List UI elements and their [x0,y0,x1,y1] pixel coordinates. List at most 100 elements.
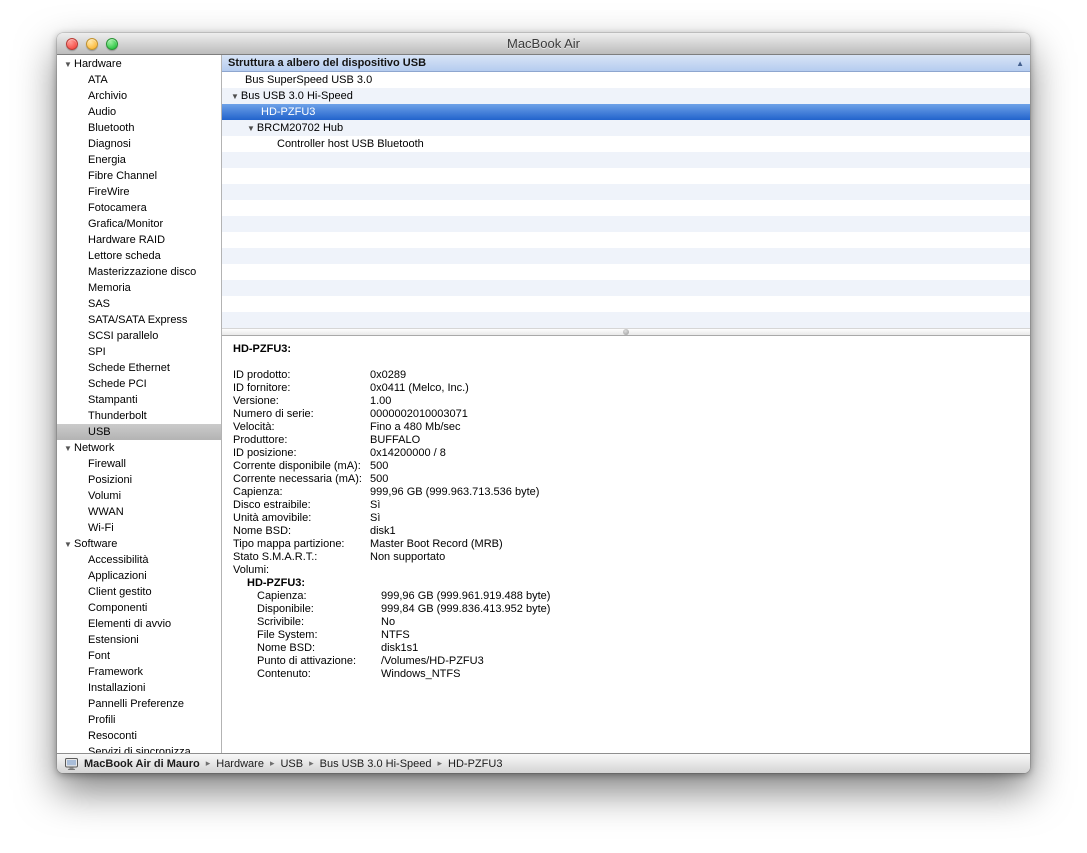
detail-field-value: 0x0289 [370,369,406,382]
detail-field-value: 500 [370,473,388,486]
breadcrumb-item-hardware[interactable]: Hardware [216,758,264,770]
sidebar-item-accessibilit[interactable]: Accessibilità [57,552,221,568]
detail-field: ID fornitore:0x0411 (Melco, Inc.) [233,382,1022,395]
sidebar-item-sas[interactable]: SAS [57,296,221,312]
detail-field-label: Corrente necessaria (mA): [233,473,370,486]
breadcrumb-separator-icon: ▸ [270,758,275,769]
sidebar-item-firewire[interactable]: FireWire [57,184,221,200]
detail-field-label: Corrente disponibile (mA): [233,460,370,473]
sidebar-item-archivio[interactable]: Archivio [57,88,221,104]
sidebar-item-scsi-parallelo[interactable]: SCSI parallelo [57,328,221,344]
sidebar-section-hardware[interactable]: ▼Hardware [57,56,221,72]
disclosure-triangle-icon: ▼ [64,60,74,69]
tree-row-empty [222,232,1030,248]
detail-field-label: Produttore: [233,434,370,447]
breadcrumb-status-bar: MacBook Air di Mauro▸Hardware▸USB▸Bus US… [57,753,1030,773]
volume-detail-field: File System:NTFS [257,629,1022,642]
sidebar-item-applicazioni[interactable]: Applicazioni [57,568,221,584]
sidebar-item-font[interactable]: Font [57,648,221,664]
detail-field-value: 999,96 GB (999.961.919.488 byte) [381,590,550,603]
detail-field-label: Capienza: [257,590,381,603]
sidebar-item-stampanti[interactable]: Stampanti [57,392,221,408]
sidebar-item-fotocamera[interactable]: Fotocamera [57,200,221,216]
detail-field: Corrente disponibile (mA):500 [233,460,1022,473]
sidebar-item-bluetooth[interactable]: Bluetooth [57,120,221,136]
sidebar-item-usb[interactable]: USB [57,424,221,440]
sidebar-item-hardware-raid[interactable]: Hardware RAID [57,232,221,248]
sidebar-item-posizioni[interactable]: Posizioni [57,472,221,488]
disclosure-triangle-icon[interactable]: ▼ [231,92,239,101]
breadcrumb-item-hd-pzfu3[interactable]: HD-PZFU3 [448,758,502,770]
sidebar-item-elementi-di-avvio[interactable]: Elementi di avvio [57,616,221,632]
splitter-handle-icon [623,329,629,335]
sidebar-section-software[interactable]: ▼Software [57,536,221,552]
breadcrumb-separator-icon: ▸ [438,758,443,769]
sidebar-item-pannelli-preferenze[interactable]: Pannelli Preferenze [57,696,221,712]
disclosure-triangle-icon[interactable]: ▼ [247,124,255,133]
tree-row-empty [222,200,1030,216]
detail-field-label: Nome BSD: [233,525,370,538]
tree-row-empty [222,184,1030,200]
volume-detail-field: Contenuto:Windows_NTFS [257,668,1022,681]
title-bar[interactable]: MacBook Air [57,33,1030,55]
sidebar-item-thunderbolt[interactable]: Thunderbolt [57,408,221,424]
sidebar-item-masterizzazione-disco[interactable]: Masterizzazione disco [57,264,221,280]
sidebar-item-firewall[interactable]: Firewall [57,456,221,472]
main-pane: Struttura a albero del dispositivo USB ▲… [222,55,1030,753]
detail-field: Versione: 1.00 [233,395,1022,408]
detail-field-value: 999,96 GB (999.963.713.536 byte) [370,486,539,499]
sidebar-item-memoria[interactable]: Memoria [57,280,221,296]
detail-field: Capienza:999,96 GB (999.963.713.536 byte… [233,486,1022,499]
close-button[interactable] [66,38,78,50]
sidebar-item-sata-sata-express[interactable]: SATA/SATA Express [57,312,221,328]
detail-field-label: Stato S.M.A.R.T.: [233,551,370,564]
tree-row-brcm20702-hub[interactable]: ▼BRCM20702 Hub [222,120,1030,136]
tree-row-label: Bus USB 3.0 Hi-Speed [241,90,353,102]
sidebar-item-estensioni[interactable]: Estensioni [57,632,221,648]
minimize-button[interactable] [86,38,98,50]
tree-row-controller-host-usb-bluetooth[interactable]: Controller host USB Bluetooth [222,136,1030,152]
tree-row-bus-usb-3-0-hi-speed[interactable]: ▼Bus USB 3.0 Hi-Speed [222,88,1030,104]
sidebar-item-framework[interactable]: Framework [57,664,221,680]
tree-row-empty [222,152,1030,168]
detail-field-label: Scrivibile: [257,616,381,629]
sidebar-item-profili[interactable]: Profili [57,712,221,728]
detail-field-value: 0000002010003071 [370,408,468,421]
detail-field-label: ID fornitore: [233,382,370,395]
sidebar-item-lettore-scheda[interactable]: Lettore scheda [57,248,221,264]
window-controls [66,38,118,50]
sidebar-item-wi-fi[interactable]: Wi-Fi [57,520,221,536]
sidebar-item-schede-ethernet[interactable]: Schede Ethernet [57,360,221,376]
sidebar-item-fibre-channel[interactable]: Fibre Channel [57,168,221,184]
sidebar-item-client-gestito[interactable]: Client gestito [57,584,221,600]
sidebar-item-servizi-di-sincronizza[interactable]: Servizi di sincronizza [57,744,221,753]
sidebar-item-diagnosi[interactable]: Diagnosi [57,136,221,152]
volume-detail-field: Capienza:999,96 GB (999.961.919.488 byte… [257,590,1022,603]
tree-row-empty [222,312,1030,328]
breadcrumb-computer[interactable]: MacBook Air di Mauro [84,758,200,770]
tree-row-hd-pzfu3[interactable]: HD-PZFU3 [222,104,1030,120]
detail-field: Stato S.M.A.R.T.:Non supportato [233,551,1022,564]
pane-splitter[interactable] [222,328,1030,336]
sidebar-item-resoconti[interactable]: Resoconti [57,728,221,744]
zoom-button[interactable] [106,38,118,50]
detail-field-value: BUFFALO [370,434,420,447]
device-details-pane[interactable]: HD-PZFU3:ID prodotto:0x0289ID fornitore:… [222,336,1030,753]
sidebar-item-energia[interactable]: Energia [57,152,221,168]
sidebar-item-spi[interactable]: SPI [57,344,221,360]
device-tree-column-header[interactable]: Struttura a albero del dispositivo USB ▲ [222,55,1030,72]
sidebar-item-grafica-monitor[interactable]: Grafica/Monitor [57,216,221,232]
sidebar-section-network[interactable]: ▼Network [57,440,221,456]
sidebar-item-ata[interactable]: ATA [57,72,221,88]
breadcrumb-item-usb[interactable]: USB [280,758,303,770]
breadcrumb-item-bus-usb-3-0-hi-speed[interactable]: Bus USB 3.0 Hi-Speed [320,758,432,770]
sidebar-item-volumi[interactable]: Volumi [57,488,221,504]
tree-row-bus-superspeed-usb-3-0[interactable]: Bus SuperSpeed USB 3.0 [222,72,1030,88]
sidebar-item-audio[interactable]: Audio [57,104,221,120]
tree-row-label: HD-PZFU3 [261,106,315,118]
sidebar-item-schede-pci[interactable]: Schede PCI [57,376,221,392]
system-information-window: MacBook Air ▼HardwareATAArchivioAudioBlu… [57,33,1030,773]
sidebar-item-componenti[interactable]: Componenti [57,600,221,616]
sidebar-item-wwan[interactable]: WWAN [57,504,221,520]
sidebar-item-installazioni[interactable]: Installazioni [57,680,221,696]
